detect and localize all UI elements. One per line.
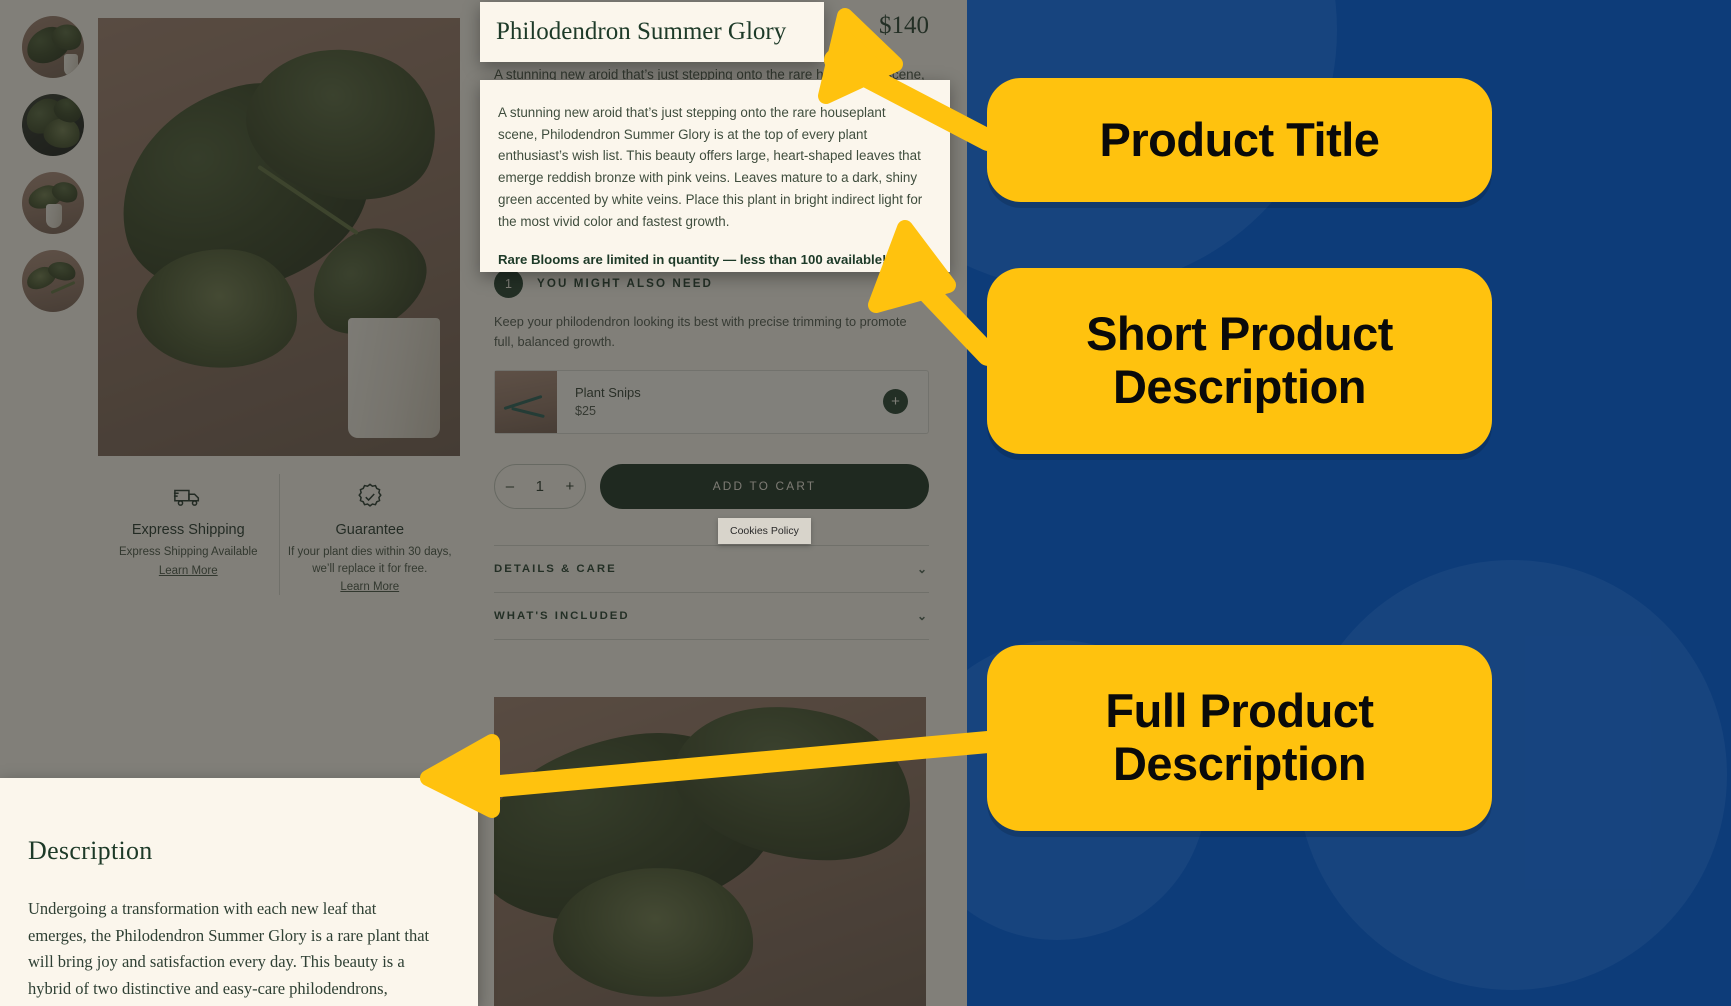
guarantee-badge-icon: [286, 480, 455, 514]
trust-subtitle: If your plant dies within 30 days, we’ll…: [287, 546, 452, 575]
addons-heading: YOU MIGHT ALSO NEED: [537, 277, 714, 291]
callout-full-description: Full Product Description: [987, 645, 1492, 831]
highlighted-title-text: Philodendron Summer Glory: [496, 18, 787, 45]
quantity-stepper[interactable]: – 1 +: [494, 463, 586, 509]
callout-label: Full Product Description: [1105, 684, 1374, 790]
add-addon-button[interactable]: +: [883, 389, 908, 415]
callout-label: Short Product Description: [1086, 307, 1393, 413]
quantity-decrement-button[interactable]: –: [506, 478, 514, 495]
chevron-down-icon: ⌄: [916, 561, 929, 576]
accordion-label: WHAT'S INCLUDED: [494, 609, 630, 622]
add-to-cart-button[interactable]: ADD TO CART: [600, 463, 929, 509]
highlight-product-title: Philodendron Summer Glory: [480, 2, 824, 62]
accordion-whats-included[interactable]: WHAT'S INCLUDED ⌄: [494, 593, 929, 640]
addons-header: 1 YOU MIGHT ALSO NEED: [494, 269, 929, 299]
addon-name: Plant Snips: [575, 385, 641, 401]
thumbnail-1[interactable]: [22, 16, 84, 78]
trust-title: Guarantee: [335, 522, 405, 538]
guarantee-learn-more-link[interactable]: Learn More: [340, 581, 399, 593]
thumbnail-2[interactable]: [22, 94, 84, 156]
annotation-panel: Product Title Short Product Description F…: [967, 0, 1731, 1006]
addon-meta: Plant Snips $25: [557, 385, 883, 418]
trust-subtitle: Express Shipping Available: [118, 546, 258, 558]
callout-product-title: Product Title: [987, 78, 1492, 202]
addons-subtitle: Keep your philodendron looking its best …: [494, 314, 907, 350]
shipping-learn-more-link[interactable]: Learn More: [159, 565, 218, 577]
thumbnail-rail: [22, 16, 84, 312]
thumbnail-3[interactable]: [22, 172, 84, 234]
highlight-full-description: Description Undergoing a transformation …: [0, 778, 478, 1006]
product-price: $140: [879, 12, 929, 39]
trust-badges: Express Shipping Express Shipping Availa…: [98, 474, 461, 596]
highlighted-description-text: A stunning new aroid that’s just steppin…: [498, 105, 923, 229]
callout-label: Product Title: [1099, 112, 1380, 166]
thumbnail-4[interactable]: [22, 250, 84, 312]
cookies-policy-banner[interactable]: Cookies Policy: [718, 518, 811, 544]
accordion-label: DETAILS & CARE: [494, 562, 617, 575]
full-description-heading: Description: [28, 836, 153, 865]
quantity-increment-button[interactable]: +: [565, 478, 574, 495]
lower-product-image: [494, 697, 926, 1006]
addon-item-row[interactable]: Plant Snips $25 +: [494, 369, 929, 434]
product-page-screenshot: Express Shipping Express Shipping Availa…: [0, 0, 967, 1006]
accordion-details-and-care[interactable]: DETAILS & CARE ⌄: [494, 546, 929, 593]
chevron-down-icon: ⌄: [916, 608, 929, 623]
step-number-badge: 1: [494, 269, 523, 299]
addon-price: $25: [575, 404, 597, 419]
full-description-body: Undergoing a transformation with each ne…: [28, 899, 430, 1006]
callout-short-description: Short Product Description: [987, 268, 1492, 454]
highlight-short-description: A stunning new aroid that’s just steppin…: [480, 80, 950, 272]
highlighted-stock-text: Rare Blooms are limited in quantity — le…: [498, 252, 887, 268]
addon-thumbnail: [495, 370, 557, 433]
delivery-truck-icon: [104, 480, 273, 514]
trust-title: Express Shipping: [131, 522, 245, 538]
accordion-group: DETAILS & CARE ⌄ WHAT'S INCLUDED ⌄: [494, 544, 929, 640]
cart-actions: – 1 + ADD TO CART: [494, 463, 929, 509]
quantity-value: 1: [535, 477, 544, 495]
trust-badge-shipping: Express Shipping Express Shipping Availa…: [98, 474, 279, 595]
product-hero-image[interactable]: [98, 18, 460, 456]
trust-badge-guarantee: Guarantee If your plant dies within 30 d…: [278, 474, 461, 596]
